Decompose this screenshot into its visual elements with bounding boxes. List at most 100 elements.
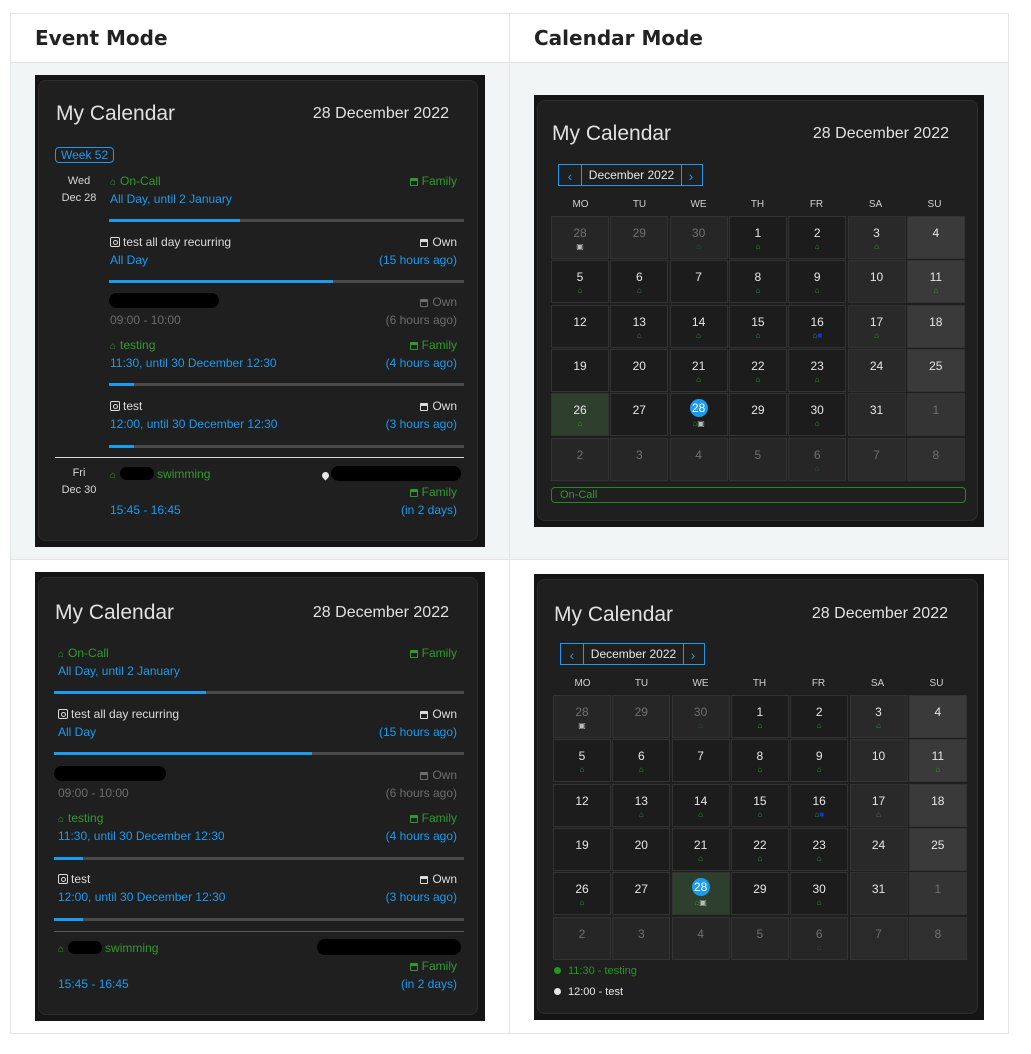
calendar-day-cell[interactable]: 5 ⌂ (553, 739, 611, 783)
calendar-day-cell[interactable]: 19 (553, 827, 611, 871)
calendar-day-cell[interactable]: 2 (553, 916, 611, 960)
calendar-day-cell[interactable]: 20 (610, 348, 669, 392)
calendar-day-cell[interactable]: 6 ⌂ (790, 916, 849, 960)
calendar-day-cell[interactable]: 28 ▣ (553, 695, 611, 738)
calendar-day-cell[interactable]: 10 (847, 260, 906, 304)
calendar-day-cell[interactable]: 4 (908, 695, 967, 738)
calendar-day-cell[interactable]: 4 (671, 916, 730, 960)
calendar-day-cell[interactable]: 3 (610, 437, 669, 481)
calendar-day-cell[interactable]: 11 ⌂ (908, 739, 967, 783)
calendar-day-cell[interactable]: 16 ⌂■ (790, 783, 849, 827)
calendar-day-cell[interactable]: 30 ⌂ (671, 695, 730, 738)
event-title-oncall[interactable]: ⌂ On-Call (110, 174, 161, 188)
calendar-day-cell[interactable]: 4 (906, 216, 965, 259)
calendar-day-cell[interactable]: 28 ▣ (551, 216, 609, 259)
calendar-day-cell[interactable]: 9 ⌂ (788, 260, 847, 304)
calendar-day-cell[interactable]: 12 (553, 783, 611, 827)
calendar-day-cell[interactable]: 22 ⌂ (730, 827, 789, 871)
calendar-day-cell[interactable]: 18 (906, 304, 965, 348)
calendar-day-cell[interactable]: 15 ⌂ (730, 783, 789, 827)
calendar-day-cell[interactable]: 28 ⌂▣ (669, 393, 728, 437)
calendar-day-cell[interactable]: 24 (847, 348, 906, 392)
calendar-day-cell[interactable]: 27 (610, 393, 669, 437)
event-title-swimming[interactable]: ⌂ swimming (110, 467, 210, 481)
calendar-day-cell[interactable]: 7 (849, 916, 908, 960)
event-title-test[interactable]: test (58, 872, 90, 886)
event-title-testing[interactable]: ⌂ testing (110, 338, 155, 352)
calendar-day-cell[interactable]: 1 (908, 872, 967, 916)
calendar-day-cell[interactable]: 10 (849, 739, 908, 783)
calendar-day-cell[interactable]: 24 (849, 827, 908, 871)
event-title-test[interactable]: test (110, 399, 142, 413)
calendar-day-cell[interactable]: 29 (728, 393, 787, 437)
calendar-day-cell[interactable]: 29 (610, 216, 669, 259)
calendar-day-cell[interactable]: 2 ⌂ (790, 695, 849, 738)
prev-month-button[interactable]: ‹ (559, 165, 581, 185)
calendar-day-cell[interactable]: 18 (908, 783, 967, 827)
next-month-button[interactable]: › (680, 165, 702, 185)
event-title-recurring[interactable]: test all day recurring (58, 707, 179, 721)
event-title-swimming[interactable]: ⌂ swimming (58, 941, 158, 955)
calendar-day-cell[interactable]: 17 ⌂ (847, 304, 906, 348)
month-label[interactable]: December 2022 (583, 644, 684, 664)
calendar-day-cell[interactable]: 2 ⌂ (788, 216, 847, 259)
calendar-day-cell[interactable]: 1 (906, 393, 965, 437)
calendar-day-cell[interactable]: 9 ⌂ (790, 739, 849, 783)
calendar-day-cell[interactable]: 5 (730, 916, 789, 960)
calendar-day-cell[interactable]: 11 ⌂ (906, 260, 965, 304)
calendar-day-cell[interactable]: 25 (908, 827, 967, 871)
calendar-day-cell[interactable]: 31 (847, 393, 906, 437)
calendar-day-cell[interactable]: 30 ⌂ (669, 216, 728, 259)
calendar-day-cell[interactable]: 5 (728, 437, 787, 481)
calendar-day-cell[interactable]: 22 ⌂ (728, 348, 787, 392)
month-label[interactable]: December 2022 (581, 165, 682, 185)
calendar-day-cell[interactable]: 6 ⌂ (610, 260, 669, 304)
calendar-day-cell[interactable]: 7 (671, 739, 730, 783)
prev-month-button[interactable]: ‹ (561, 644, 583, 664)
calendar-day-cell[interactable]: 20 (612, 827, 671, 871)
selected-event-bar[interactable]: On-Call (551, 487, 966, 503)
calendar-day-cell[interactable]: 26 ⌂ (553, 872, 611, 916)
calendar-day-cell[interactable]: 30 ⌂ (790, 872, 849, 916)
calendar-day-cell[interactable]: 14 ⌂ (671, 783, 730, 827)
calendar-day-cell[interactable]: 12 (551, 304, 609, 348)
calendar-day-cell[interactable]: 2 (551, 437, 609, 481)
calendar-day-cell[interactable]: 17 ⌂ (849, 783, 908, 827)
day-event-list-item[interactable]: 12:00 - test (554, 986, 623, 998)
calendar-day-cell[interactable]: 23 ⌂ (790, 827, 849, 871)
event-title-testing[interactable]: ⌂ testing (58, 811, 103, 825)
calendar-day-cell[interactable]: 4 (669, 437, 728, 481)
calendar-day-cell[interactable]: 6 ⌂ (788, 437, 847, 481)
calendar-day-cell[interactable]: 13 ⌂ (612, 783, 671, 827)
event-title-oncall[interactable]: ⌂ On-Call (58, 646, 109, 660)
calendar-day-cell[interactable]: 28 ⌂▣ (671, 872, 730, 916)
event-title-recurring[interactable]: test all day recurring (110, 235, 231, 249)
calendar-day-cell[interactable]: 23 ⌂ (788, 348, 847, 392)
calendar-day-cell[interactable]: 19 (551, 348, 609, 392)
calendar-day-cell[interactable]: 21 ⌂ (669, 348, 728, 392)
calendar-day-cell[interactable]: 16 ⌂■ (788, 304, 847, 348)
calendar-day-cell[interactable]: 5 ⌂ (551, 260, 609, 304)
calendar-day-cell[interactable]: 3 (612, 916, 671, 960)
calendar-day-cell[interactable]: 1 ⌂ (730, 695, 789, 738)
calendar-day-cell[interactable]: 14 ⌂ (669, 304, 728, 348)
calendar-day-cell[interactable]: 29 (730, 872, 789, 916)
calendar-day-cell[interactable]: 8 (906, 437, 965, 481)
calendar-day-cell[interactable]: 8 ⌂ (730, 739, 789, 783)
calendar-day-cell[interactable]: 13 ⌂ (610, 304, 669, 348)
calendar-day-cell[interactable]: 6 ⌂ (612, 739, 671, 783)
calendar-day-cell[interactable]: 1 ⌂ (728, 216, 787, 259)
calendar-day-cell[interactable]: 27 (612, 872, 671, 916)
calendar-day-cell[interactable]: 3 ⌂ (847, 216, 906, 259)
calendar-day-cell[interactable]: 30 ⌂ (788, 393, 847, 437)
calendar-day-cell[interactable]: 15 ⌂ (728, 304, 787, 348)
calendar-day-cell[interactable]: 7 (669, 260, 728, 304)
calendar-day-cell[interactable]: 21 ⌂ (671, 827, 730, 871)
calendar-day-cell[interactable]: 26 ⌂ (551, 393, 609, 437)
calendar-day-cell[interactable]: 31 (849, 872, 908, 916)
calendar-day-cell[interactable]: 29 (612, 695, 671, 738)
next-month-button[interactable]: › (682, 644, 704, 664)
calendar-day-cell[interactable]: 8 ⌂ (728, 260, 787, 304)
calendar-day-cell[interactable]: 7 (847, 437, 906, 481)
day-event-list-item[interactable]: 11:30 - testing (554, 965, 637, 977)
